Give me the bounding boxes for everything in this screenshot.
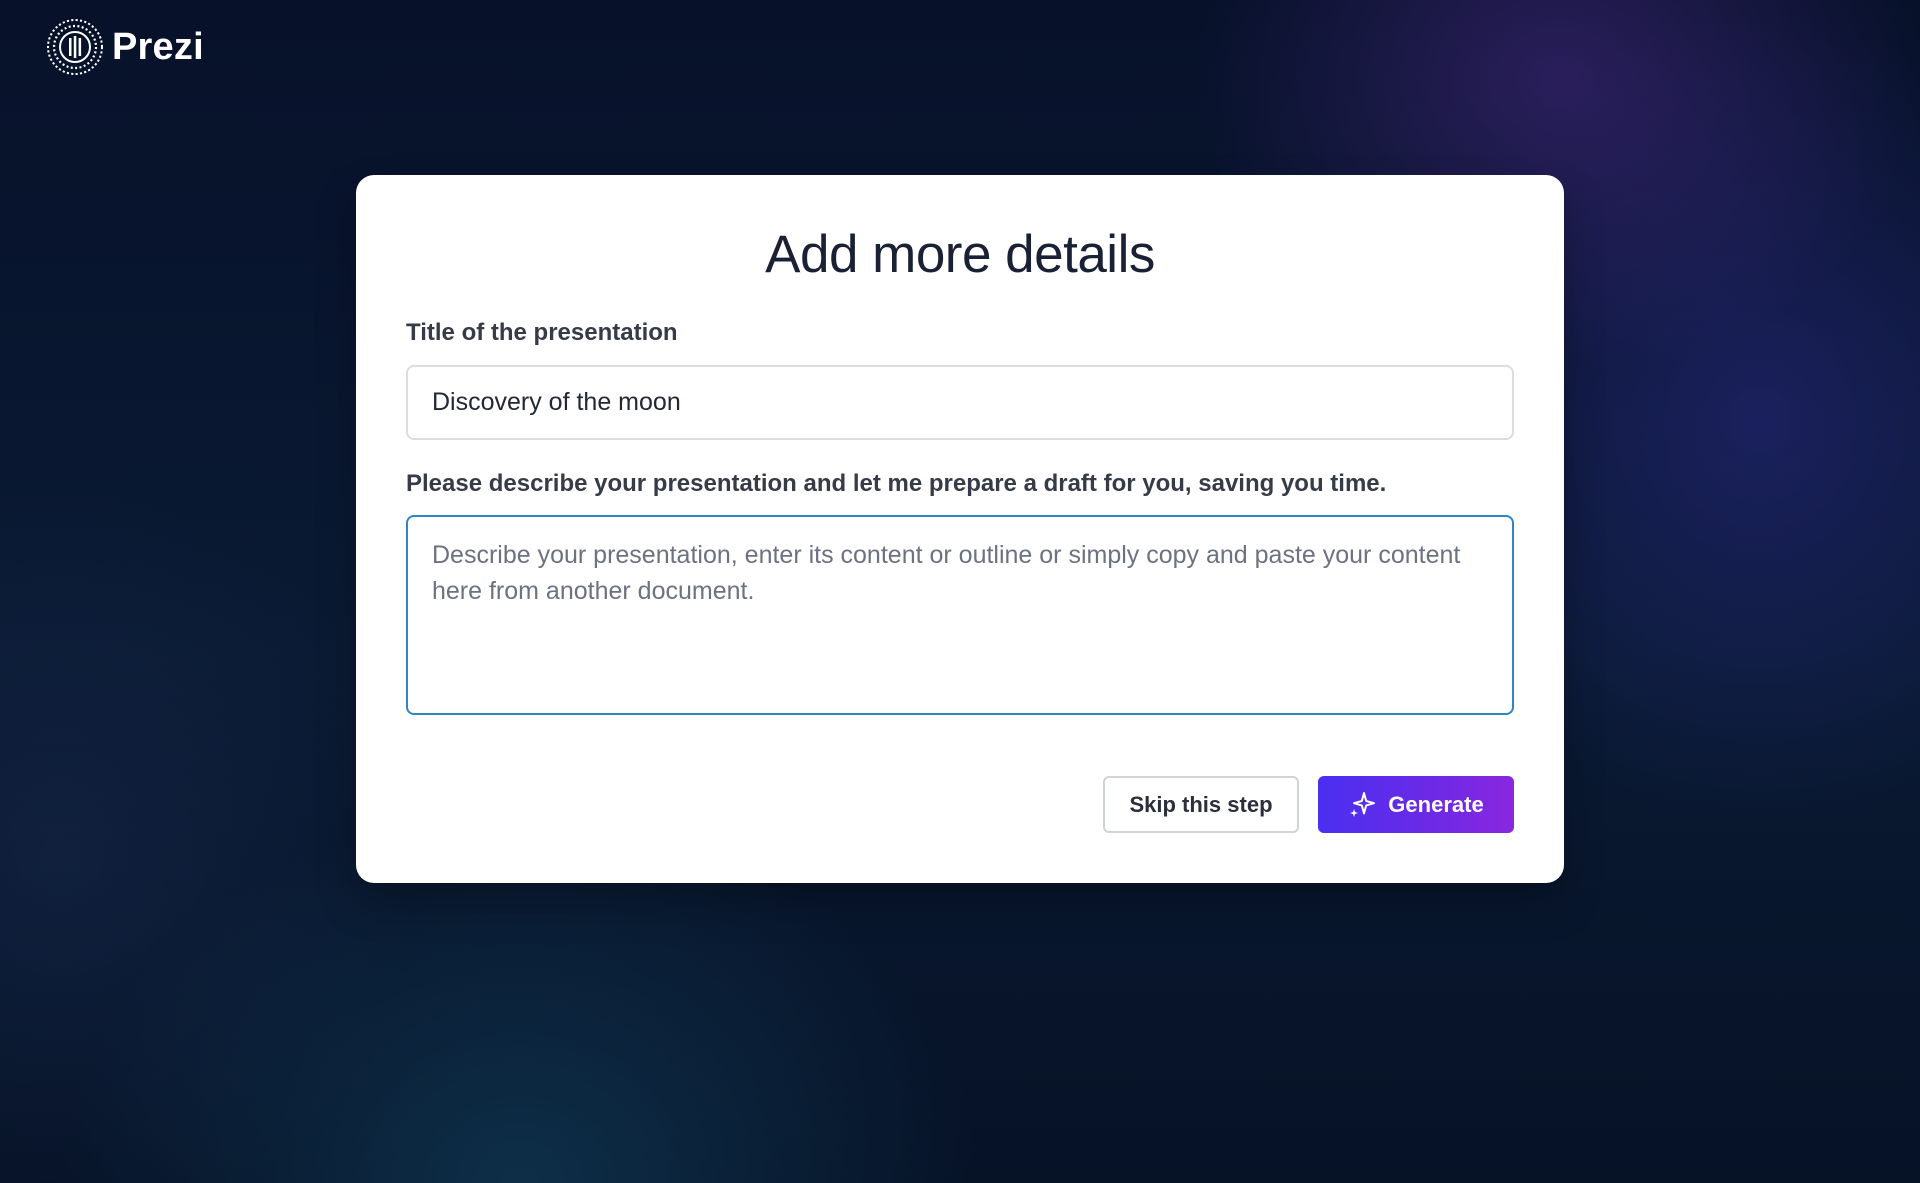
sparkle-icon — [1350, 791, 1376, 817]
dialog-title: Add more details — [765, 225, 1155, 284]
prezi-logo-icon — [47, 19, 103, 75]
generate-button-label: Generate — [1388, 791, 1484, 817]
presentation-description-textarea[interactable] — [406, 514, 1514, 715]
dialog-actions: Skip this step Generate — [1103, 776, 1514, 833]
presentation-title-input[interactable] — [406, 364, 1514, 440]
brand-header[interactable]: Prezi — [46, 18, 204, 76]
title-field-label: Title of the presentation — [406, 318, 678, 346]
skip-step-button[interactable]: Skip this step — [1103, 776, 1299, 833]
brand-name: Prezi — [112, 25, 204, 68]
description-field-label: Please describe your presentation and le… — [406, 469, 1387, 497]
add-details-dialog: Add more details Title of the presentati… — [356, 175, 1564, 883]
generate-button[interactable]: Generate — [1318, 776, 1514, 833]
